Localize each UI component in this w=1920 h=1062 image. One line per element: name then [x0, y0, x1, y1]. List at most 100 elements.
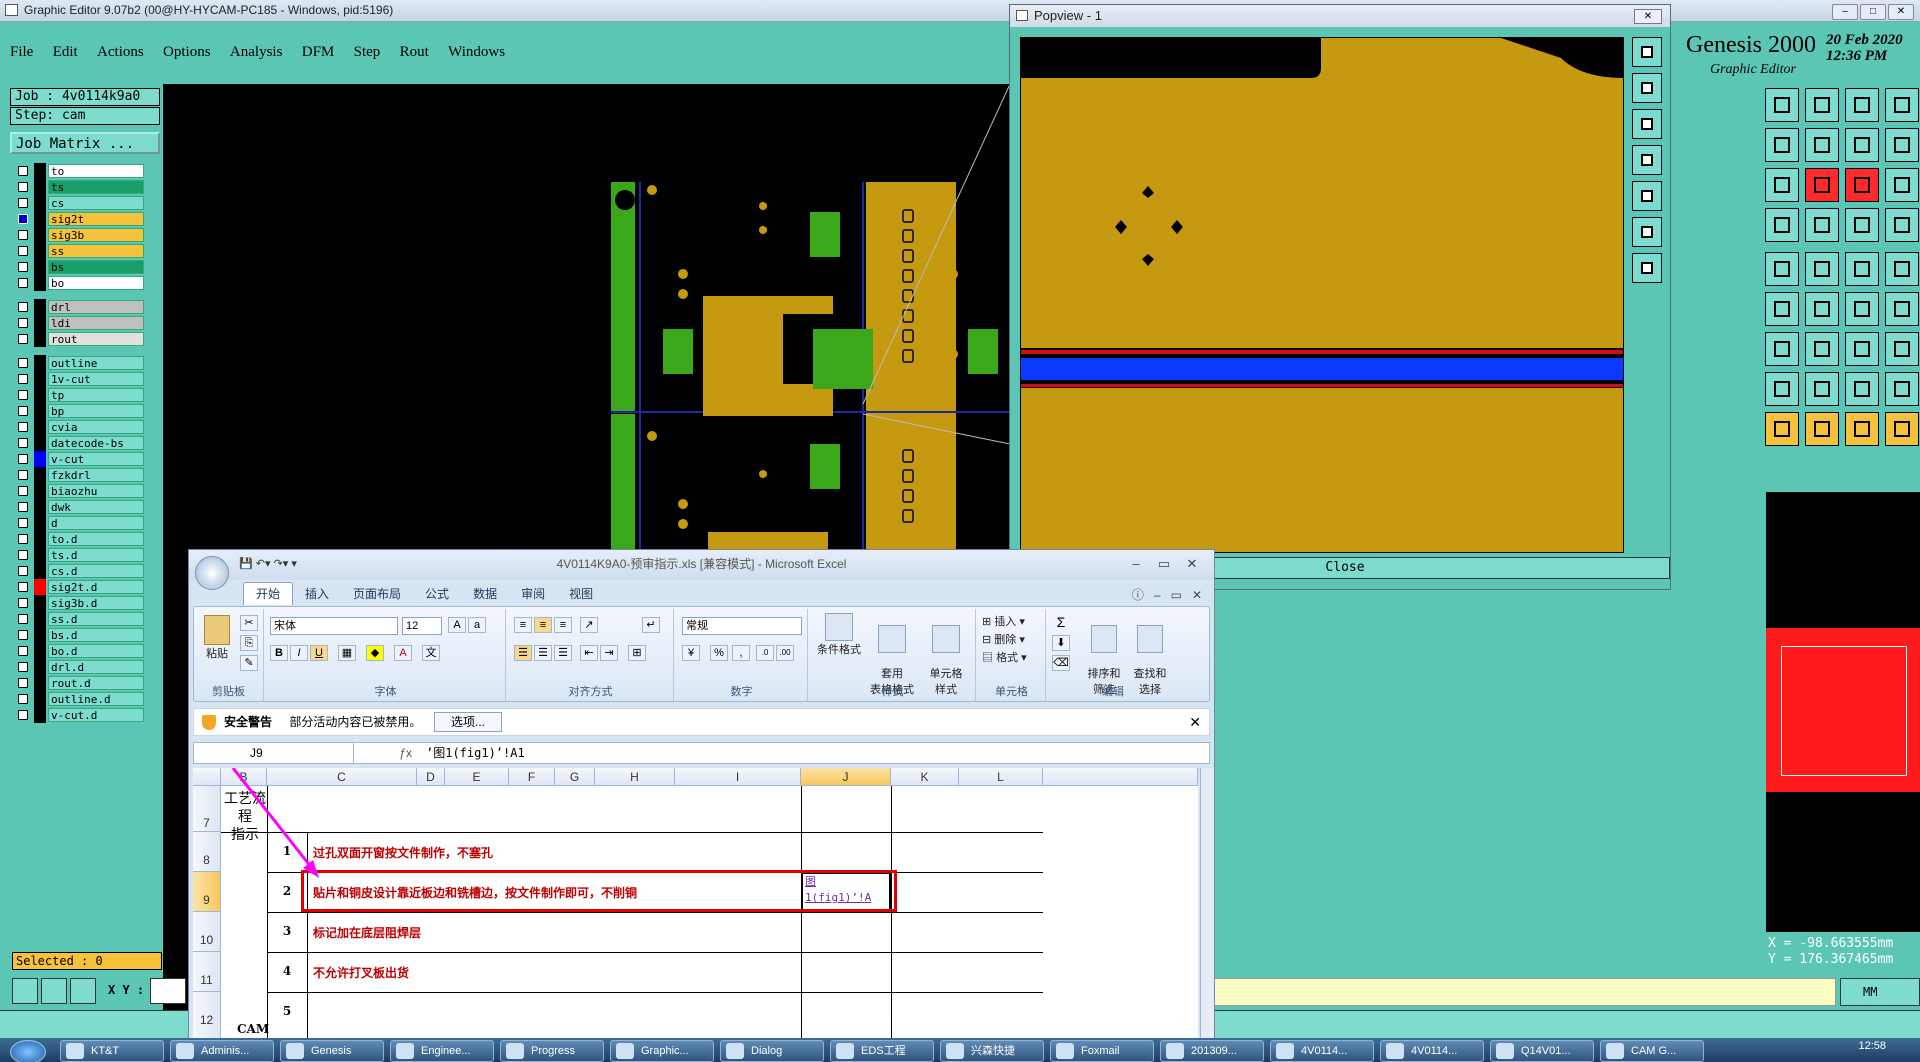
layer-checkbox[interactable]	[18, 166, 28, 176]
layer-checkbox[interactable]	[18, 390, 28, 400]
job-matrix-button[interactable]: Job Matrix ...	[10, 132, 160, 154]
layer-row-biaozhu[interactable]: biaozhu	[12, 483, 144, 499]
zoom-area-icon[interactable]	[12, 978, 38, 1004]
xy-input[interactable]	[150, 978, 186, 1004]
layer-row-bo[interactable]: bo	[12, 275, 144, 291]
layer-row-ss.d[interactable]: ss.d	[12, 611, 144, 627]
popview-tool-6-icon[interactable]	[1632, 217, 1662, 247]
popview-canvas[interactable]	[1020, 37, 1624, 553]
tool-2-3-icon[interactable]	[1885, 168, 1919, 202]
taskbar-item[interactable]: Foxmail	[1050, 1040, 1154, 1062]
popview-tool-2-icon[interactable]	[1632, 73, 1662, 103]
decrease-indent-icon[interactable]: ⇤	[580, 645, 598, 661]
layer-checkbox[interactable]	[18, 358, 28, 368]
tab-page-layout[interactable]: 页面布局	[341, 583, 413, 605]
worksheet-grid[interactable]: B C D E F G H I J K L 7 8 9 10 11 12 工艺流…	[193, 768, 1198, 1038]
align-bottom-icon[interactable]: ≡	[554, 617, 572, 633]
tool-7-3-icon[interactable]	[1885, 372, 1919, 406]
copy-icon[interactable]: ⎘	[240, 635, 258, 651]
col-header-d[interactable]: D	[417, 768, 445, 786]
layer-row-rout.d[interactable]: rout.d	[12, 675, 144, 691]
excel-close-button[interactable]: ✕	[1178, 556, 1206, 572]
layer-checkbox[interactable]	[18, 486, 28, 496]
tool-4-3-icon[interactable]	[1885, 252, 1919, 286]
taskbar-item[interactable]: 4V0114...	[1270, 1040, 1374, 1062]
tool-7-0-icon[interactable]	[1765, 372, 1799, 406]
tool-3-3-icon[interactable]	[1885, 208, 1919, 242]
menu-actions[interactable]: Actions	[97, 44, 144, 61]
underline-icon[interactable]: U	[310, 645, 328, 661]
overview-map[interactable]	[1766, 628, 1920, 792]
tab-review[interactable]: 审阅	[509, 583, 557, 605]
italic-icon[interactable]: I	[290, 645, 308, 661]
taskbar-item[interactable]: 兴森快捷	[940, 1040, 1044, 1062]
shrink-font-icon[interactable]: a	[468, 617, 486, 633]
layer-row-sig3b.d[interactable]: sig3b.d	[12, 595, 144, 611]
name-box[interactable]: J9	[194, 743, 354, 763]
layer-checkbox[interactable]	[18, 422, 28, 432]
customize-qa-icon[interactable]: ▾	[291, 558, 297, 570]
layer-checkbox[interactable]	[18, 614, 28, 624]
layer-checkbox[interactable]	[18, 470, 28, 480]
tool-1-1-icon[interactable]	[1805, 128, 1839, 162]
phonetic-icon[interactable]: 文	[422, 645, 440, 661]
row-header-12[interactable]: 12	[193, 992, 221, 1038]
layer-checkbox[interactable]	[18, 182, 28, 192]
excel-minimize-button[interactable]: –	[1122, 556, 1150, 571]
ribbon-close-icon[interactable]: ✕	[1192, 588, 1202, 602]
tool-8-3-icon[interactable]	[1885, 412, 1919, 446]
layer-checkbox[interactable]	[18, 334, 28, 344]
menu-step[interactable]: Step	[354, 44, 381, 61]
layer-checkbox[interactable]	[18, 646, 28, 656]
tab-home[interactable]: 开始	[243, 582, 294, 605]
format-painter-icon[interactable]: ✎	[240, 655, 258, 671]
menu-rout[interactable]: Rout	[400, 44, 429, 61]
popview-tool-7-icon[interactable]	[1632, 253, 1662, 283]
tool-0-2-icon[interactable]	[1845, 88, 1879, 122]
layer-row-to[interactable]: to	[12, 163, 144, 179]
layer-checkbox[interactable]	[18, 214, 28, 224]
insert-cells-button[interactable]: ⊞ 插入 ▾	[982, 613, 1042, 629]
formula-input[interactable]: ’图1(fig1)’!A1	[426, 743, 525, 763]
save-icon[interactable]: 💾	[239, 558, 253, 570]
autosum-icon[interactable]: Σ	[1052, 615, 1070, 631]
taskbar-item[interactable]: Genesis	[280, 1040, 384, 1062]
row-header-10[interactable]: 10	[193, 912, 221, 952]
align-middle-icon[interactable]: ≡	[534, 617, 552, 633]
grid-icon[interactable]	[70, 978, 96, 1004]
layer-checkbox[interactable]	[18, 374, 28, 384]
tool-1-3-icon[interactable]	[1885, 128, 1919, 162]
percent-icon[interactable]: %	[710, 645, 728, 661]
layer-checkbox[interactable]	[18, 454, 28, 464]
taskbar-item[interactable]: Graphic...	[610, 1040, 714, 1062]
layer-row-cvia[interactable]: cvia	[12, 419, 144, 435]
layer-checkbox[interactable]	[18, 406, 28, 416]
tool-1-0-icon[interactable]	[1765, 128, 1799, 162]
security-options-button[interactable]: 选项...	[434, 712, 502, 732]
layer-checkbox[interactable]	[18, 438, 28, 448]
close-button[interactable]: ✕	[1888, 4, 1914, 20]
tool-2-0-icon[interactable]	[1765, 168, 1799, 202]
tool-8-0-icon[interactable]	[1765, 412, 1799, 446]
tool-5-3-icon[interactable]	[1885, 292, 1919, 326]
tool-4-1-icon[interactable]	[1805, 252, 1839, 286]
tool-5-0-icon[interactable]	[1765, 292, 1799, 326]
layer-checkbox[interactable]	[18, 566, 28, 576]
layer-checkbox[interactable]	[18, 246, 28, 256]
fill-color-icon[interactable]: ◆	[366, 645, 384, 661]
menu-analysis[interactable]: Analysis	[230, 44, 283, 61]
layer-row-fzkdrl[interactable]: fzkdrl	[12, 467, 144, 483]
office-button[interactable]	[195, 556, 229, 590]
layer-checkbox[interactable]	[18, 198, 28, 208]
tool-8-1-icon[interactable]	[1805, 412, 1839, 446]
wrap-text-icon[interactable]: ↵	[642, 617, 660, 633]
increase-indent-icon[interactable]: ⇥	[600, 645, 618, 661]
layer-row-rout[interactable]: rout	[12, 331, 144, 347]
units-selector[interactable]: MM	[1840, 978, 1920, 1006]
layer-row-bs[interactable]: bs	[12, 259, 144, 275]
tool-2-1-icon[interactable]	[1805, 168, 1839, 202]
layer-row-outline[interactable]: outline	[12, 355, 144, 371]
tab-data[interactable]: 数据	[461, 583, 509, 605]
font-color-icon[interactable]: A	[394, 645, 412, 661]
tool-6-0-icon[interactable]	[1765, 332, 1799, 366]
